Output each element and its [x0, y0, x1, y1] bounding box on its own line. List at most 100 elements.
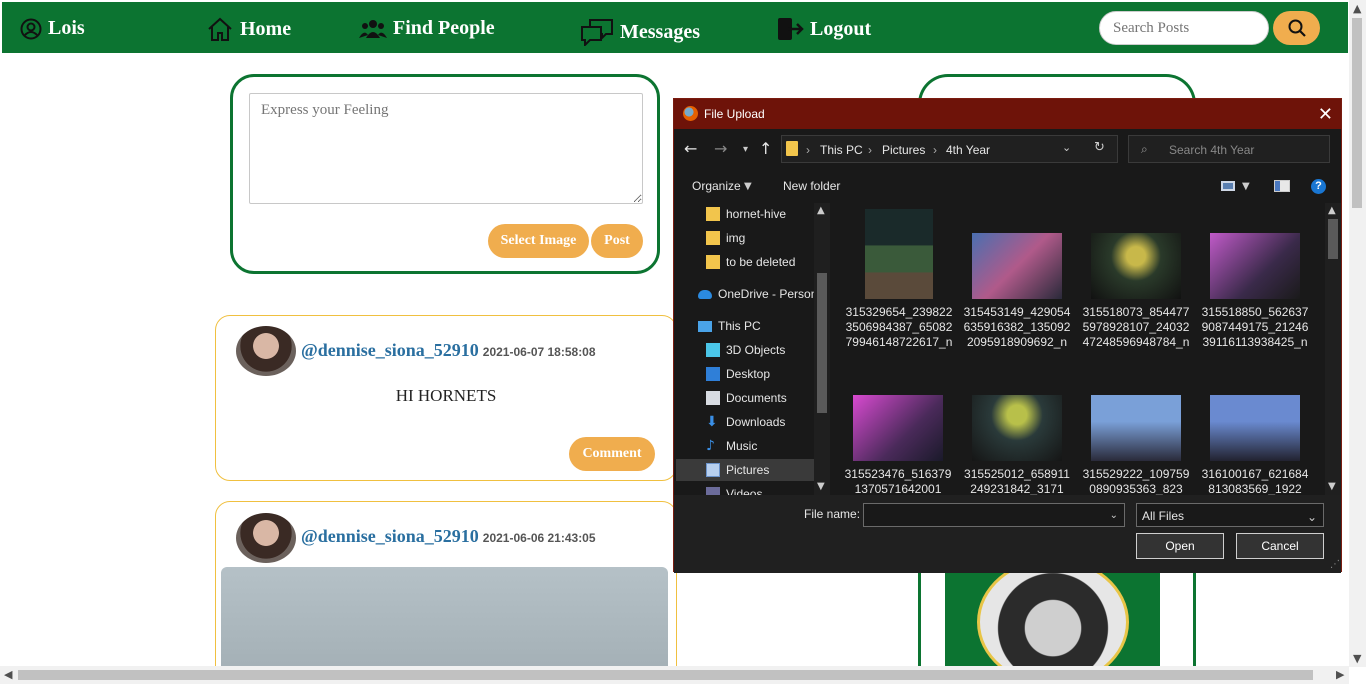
recent-chevron-icon[interactable]: ▾ — [743, 144, 748, 155]
file-item[interactable]: 315453149_429054635916382_13509220959189… — [962, 233, 1072, 350]
file-name-input[interactable]: ⌄ — [863, 503, 1125, 527]
refresh-icon[interactable]: ↻ — [1094, 140, 1105, 155]
file-list-scrollbar[interactable]: ▲ ▼ — [1325, 203, 1341, 495]
scroll-up-icon[interactable]: ▲ — [817, 205, 825, 216]
nav-messages[interactable]: Messages — [580, 18, 700, 46]
breadcrumb-4th-year[interactable]: 4th Year — [946, 143, 990, 157]
scrollbar-thumb[interactable] — [18, 670, 1313, 680]
nav-profile[interactable]: Lois — [20, 17, 85, 40]
view-chevron-icon[interactable]: ▼ — [1242, 181, 1250, 192]
file-item[interactable]: 315523476_5163791370571642001 — [843, 395, 953, 495]
organize-button[interactable]: Organize — [692, 179, 741, 193]
new-folder-button[interactable]: New folder — [783, 179, 840, 193]
scroll-up-icon[interactable]: ▲ — [1353, 2, 1361, 15]
file-item[interactable]: 315329654_2398223506984387_6508279946148… — [844, 209, 954, 350]
post-username[interactable]: @dennise_siona_52910 — [301, 526, 479, 546]
cancel-button[interactable]: Cancel — [1236, 533, 1324, 559]
file-type-select[interactable]: All Files ⌄ — [1136, 503, 1324, 527]
search-button[interactable] — [1273, 11, 1320, 45]
navigation-scrollbar[interactable]: ▲ ▼ — [814, 203, 830, 495]
file-item[interactable]: 315525012_658911249231842_3171 — [962, 395, 1072, 495]
help-icon[interactable]: ? — [1311, 179, 1326, 194]
scroll-down-icon[interactable]: ▼ — [1328, 481, 1336, 492]
file-thumbnail — [1091, 395, 1181, 461]
tree-item-this-pc[interactable]: This PC — [698, 315, 761, 337]
post-author[interactable]: @dennise_siona_52910 2021-06-06 21:43:05 — [301, 526, 596, 547]
file-thumbnail — [853, 395, 943, 461]
select-image-button[interactable]: Select Image — [488, 224, 589, 258]
tree-item-3d-objects[interactable]: 3D Objects — [706, 339, 785, 361]
tree-item-label: img — [726, 231, 746, 245]
breadcrumb-pictures[interactable]: Pictures — [882, 143, 925, 157]
tree-item-img[interactable]: img — [706, 227, 745, 249]
tree-item-downloads[interactable]: ⬇ Downloads — [706, 411, 785, 433]
tree-item-to-be-deleted[interactable]: to be deleted — [706, 251, 795, 273]
close-icon[interactable]: ✕ — [1318, 104, 1333, 125]
comment-button[interactable]: Comment — [569, 437, 655, 471]
search-posts-input[interactable] — [1099, 11, 1269, 45]
view-icon[interactable] — [1221, 181, 1235, 191]
post-button[interactable]: Post — [591, 224, 643, 258]
file-thumbnail — [1091, 233, 1181, 299]
tree-item-pictures[interactable]: Pictures — [676, 459, 814, 481]
tree-item-onedrive[interactable]: OneDrive - Person — [698, 283, 817, 305]
scroll-left-icon[interactable]: ◀ — [4, 668, 12, 681]
preview-pane-icon[interactable] — [1274, 180, 1290, 192]
scroll-up-icon[interactable]: ▲ — [1328, 205, 1336, 216]
tree-item-music[interactable]: ♪ Music — [706, 435, 757, 457]
desktop-icon — [706, 367, 720, 381]
breadcrumb-separator-icon: › — [806, 143, 810, 157]
scroll-down-icon[interactable]: ▼ — [817, 481, 825, 492]
avatar — [236, 513, 296, 563]
scrollbar-thumb[interactable] — [817, 273, 827, 413]
file-list: 315329654_2398223506984387_6508279946148… — [834, 203, 1324, 495]
organize-chevron-icon[interactable]: ▼ — [744, 181, 752, 192]
avatar — [236, 326, 296, 376]
file-item[interactable]: 316100167_621684813083569_1922 — [1200, 395, 1310, 495]
file-item[interactable]: 315529222_1097590890935363_823 — [1081, 395, 1191, 495]
breadcrumb-this-pc[interactable]: This PC — [820, 143, 863, 157]
address-bar[interactable]: › This PC › Pictures › 4th Year ⌄ ↻ — [781, 135, 1118, 163]
nav-find-people[interactable]: Find People — [359, 17, 495, 40]
file-name: 315523476_5163791370571642001 — [844, 467, 952, 495]
video-icon — [706, 487, 720, 495]
tree-item-desktop[interactable]: Desktop — [706, 363, 770, 385]
dialog-title: File Upload — [704, 107, 765, 121]
dialog-titlebar[interactable]: File Upload ✕ — [674, 99, 1341, 129]
up-arrow-icon[interactable]: ↑ — [759, 139, 772, 158]
post-card: @dennise_siona_52910 2021-06-06 21:43:05 — [215, 501, 677, 684]
chevron-down-icon[interactable]: ⌄ — [1307, 510, 1317, 524]
file-name: 315529222_1097590890935363_823 — [1082, 467, 1190, 495]
back-arrow-icon[interactable]: ← — [684, 139, 697, 158]
feeling-textarea[interactable] — [249, 93, 643, 204]
file-item[interactable]: 315518850_5626379087449175_2124639116113… — [1200, 233, 1310, 350]
post-author[interactable]: @dennise_siona_52910 2021-06-07 18:58:08 — [301, 340, 596, 361]
chevron-down-icon[interactable]: ⌄ — [1110, 510, 1118, 521]
scrollbar-thumb[interactable] — [1352, 18, 1362, 208]
post-username[interactable]: @dennise_siona_52910 — [301, 340, 479, 360]
page-vertical-scrollbar[interactable]: ▲ ▼ — [1349, 0, 1366, 667]
tree-item-videos[interactable]: Videos — [706, 483, 762, 495]
file-name: 315518850_5626379087449175_2124639116113… — [1201, 305, 1309, 349]
scrollbar-thumb[interactable] — [1328, 219, 1338, 259]
file-item[interactable]: 315518073_8544775978928107_2403247248596… — [1081, 233, 1191, 350]
page-horizontal-scrollbar[interactable]: ◀ ▶ — [0, 666, 1349, 684]
nav-logout[interactable]: Logout — [776, 16, 871, 42]
scroll-right-icon[interactable]: ▶ — [1336, 668, 1344, 681]
music-note-icon: ♪ — [706, 438, 715, 454]
tree-item-label: This PC — [718, 319, 761, 333]
tree-item-documents[interactable]: Documents — [706, 387, 787, 409]
resize-grip-icon[interactable]: ⋰ — [1330, 559, 1340, 570]
tree-item-label: Pictures — [726, 463, 770, 477]
scroll-down-icon[interactable]: ▼ — [1353, 652, 1361, 665]
address-dropdown-icon[interactable]: ⌄ — [1062, 141, 1071, 154]
dialog-search-box[interactable]: ⌕ Search 4th Year — [1128, 135, 1330, 163]
nav-home[interactable]: Home — [206, 16, 291, 42]
open-button[interactable]: Open — [1136, 533, 1224, 559]
file-name: 316100167_621684813083569_1922 — [1201, 467, 1309, 495]
forward-arrow-icon[interactable]: → — [714, 139, 727, 158]
post-composer: Select Image Post — [230, 74, 660, 274]
search-icon — [1288, 19, 1306, 37]
tree-item-hornet-hive[interactable]: hornet-hive — [706, 203, 786, 225]
chat-icon — [581, 19, 613, 46]
